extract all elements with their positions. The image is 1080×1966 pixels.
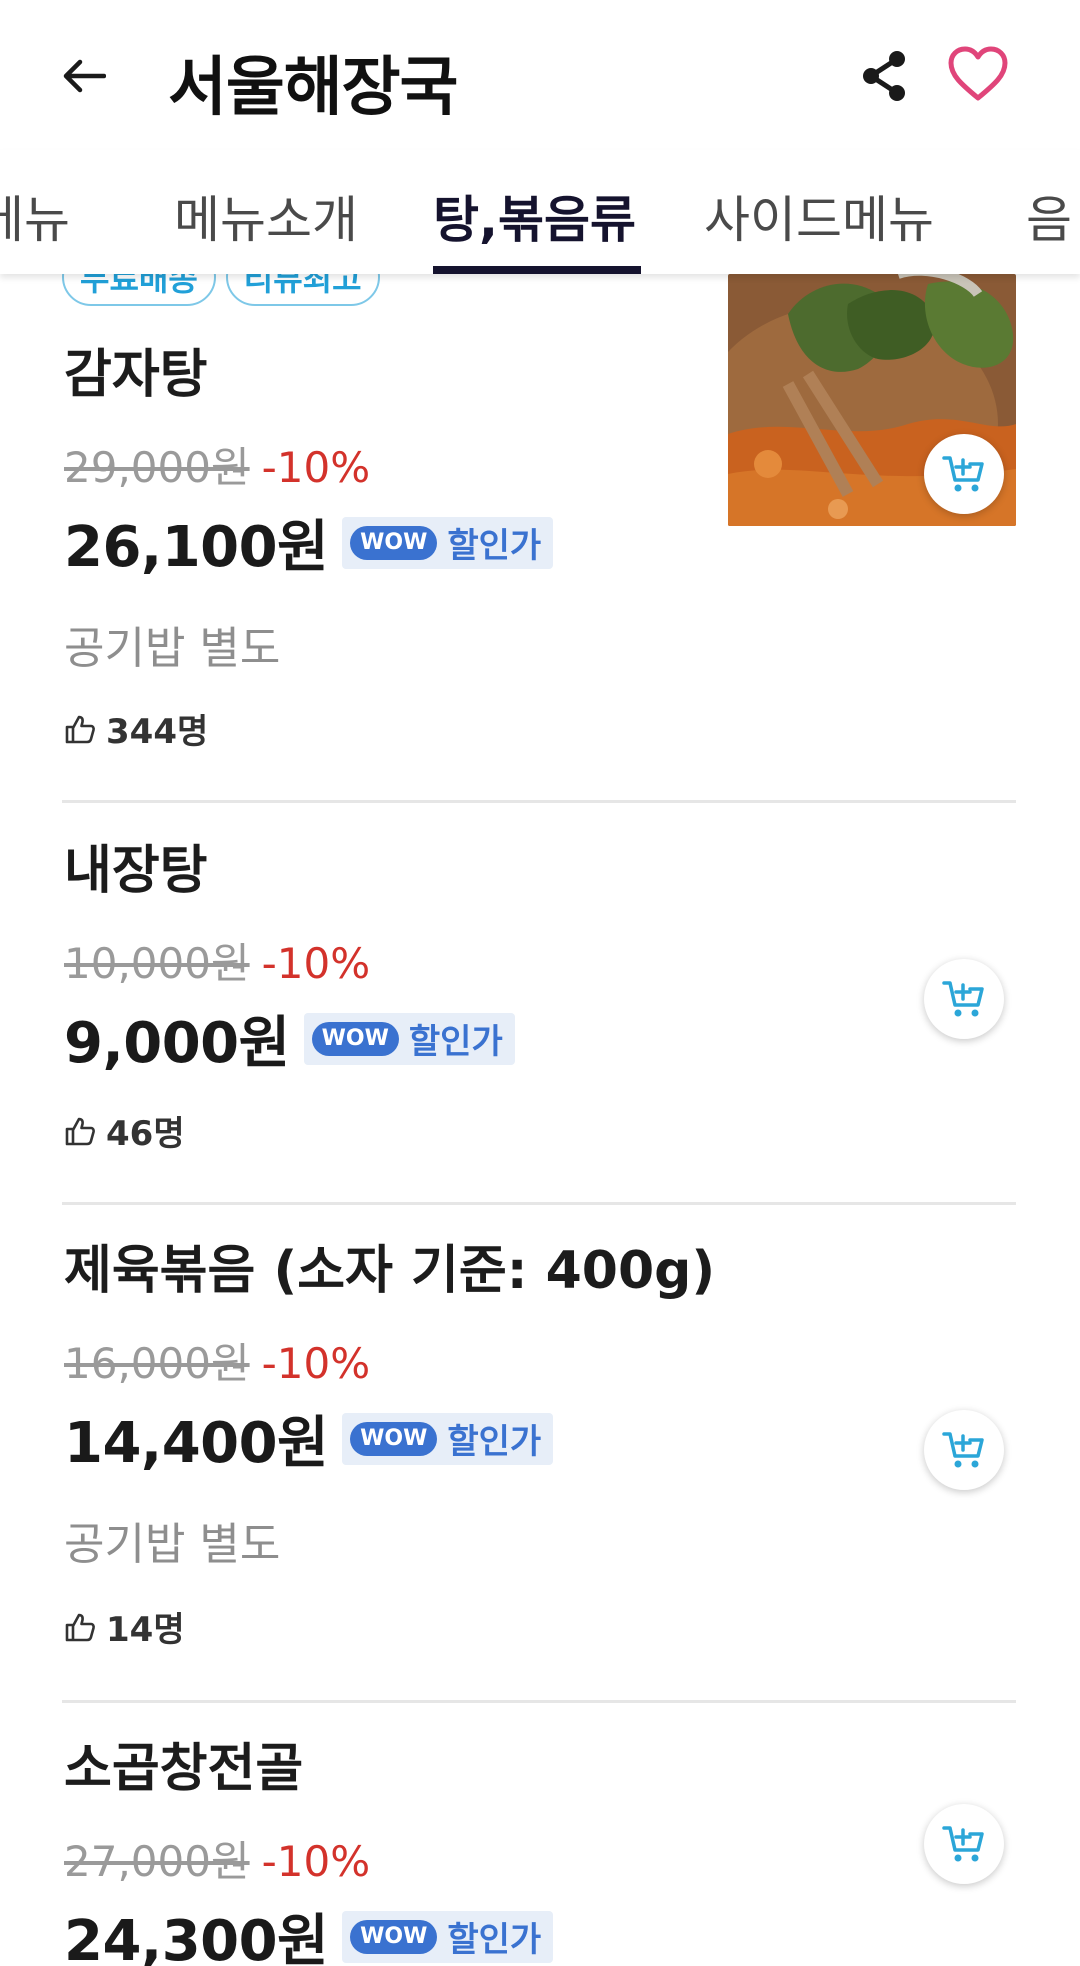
top-app-bar: 서울해장국: [0, 0, 1080, 150]
price-row: 26,100원 WOW 할인가: [64, 502, 554, 583]
page-title: 서울해장국: [168, 51, 458, 125]
free-delivery-badge: 무료배송: [62, 274, 216, 306]
wow-discount-tag: WOW 할인가: [342, 1910, 554, 1963]
sale-price: 14,400원: [64, 1411, 329, 1476]
wow-badge: WOW: [350, 1421, 438, 1456]
cart-plus-icon: [942, 1826, 984, 1862]
cart-plus-icon: [942, 456, 984, 492]
item-name: 소곱창전골: [64, 1739, 304, 1799]
best-review-badge: 리뷰최고: [225, 274, 380, 306]
wow-discount-tag: WOW 할인가: [303, 1012, 515, 1065]
price-row: 9,000원 WOW 할인가: [64, 998, 515, 1079]
sale-price: 24,300원: [64, 1909, 329, 1966]
cart-plus-icon: [942, 1432, 984, 1468]
tab-popular-menu[interactable]: 메뉴: [0, 180, 70, 252]
sale-price: 9,000원: [64, 1011, 290, 1076]
tab-menu-intro[interactable]: 메뉴소개: [174, 180, 358, 252]
discount-rate: -10%: [261, 1339, 371, 1388]
heart-outline-icon: [948, 46, 1008, 101]
category-tabs: 메뉴 메뉴소개 탕,볶음류 사이드메뉴 음: [0, 150, 1080, 274]
wow-label: 할인가: [447, 1422, 542, 1462]
item-badges: 무료배송 리뷰최고: [62, 274, 380, 306]
likes-row: 14명: [64, 1602, 185, 1651]
discount-rate: -10%: [261, 1837, 371, 1886]
item-divider: [62, 800, 1016, 803]
add-to-cart-button[interactable]: [924, 959, 1004, 1039]
original-price-row: 16,000원 -10%: [64, 1330, 370, 1391]
thumbs-up-icon: [65, 1613, 95, 1641]
discount-rate: -10%: [261, 443, 371, 492]
original-price-row: 27,000원 -10%: [64, 1828, 370, 1889]
original-price: 10,000원: [64, 939, 250, 988]
price-row: 24,300원 WOW 할인가: [64, 1896, 554, 1966]
wow-discount-tag: WOW 할인가: [342, 1412, 554, 1465]
wow-discount-tag: WOW 할인가: [342, 516, 554, 569]
add-to-cart-button[interactable]: [924, 1410, 1004, 1490]
item-note: 공기밥 별도: [64, 623, 281, 674]
back-button[interactable]: [58, 50, 110, 102]
favorite-button[interactable]: [946, 44, 1010, 104]
item-divider: [62, 1202, 1016, 1205]
wow-badge: WOW: [350, 1919, 438, 1954]
tab-drinks[interactable]: 음: [1026, 180, 1072, 252]
wow-label: 할인가: [447, 1920, 542, 1960]
arrow-left-icon: [63, 59, 106, 93]
like-count: 14명: [106, 1610, 185, 1650]
active-tab-indicator: [433, 266, 641, 274]
tab-side-menu[interactable]: 사이드메뉴: [704, 180, 934, 252]
discount-rate: -10%: [261, 939, 371, 988]
sale-price: 26,100원: [64, 515, 329, 580]
item-divider: [62, 1700, 1016, 1703]
like-count: 46명: [106, 1114, 185, 1154]
item-note: 공기밥 별도: [64, 1519, 281, 1570]
thumbs-up-icon: [65, 1117, 95, 1145]
add-to-cart-button[interactable]: [924, 1804, 1004, 1884]
item-name: 내장탕: [64, 841, 208, 901]
original-price: 29,000원: [64, 443, 250, 492]
tab-stew-stirfry[interactable]: 탕,볶음류: [433, 180, 636, 252]
wow-badge: WOW: [350, 525, 438, 560]
wow-label: 할인가: [408, 1022, 503, 1062]
original-price-row: 29,000원 -10%: [64, 434, 370, 495]
price-row: 14,400원 WOW 할인가: [64, 1398, 554, 1479]
likes-row: 344명: [64, 704, 208, 753]
add-to-cart-button[interactable]: [924, 434, 1004, 514]
original-price: 27,000원: [64, 1837, 250, 1886]
thumbs-up-icon: [65, 715, 95, 743]
item-name: 감자탕: [64, 345, 208, 405]
likes-row: 46명: [64, 1106, 185, 1155]
item-name: 제육볶음 (소자 기준: 400g): [64, 1241, 716, 1301]
menu-list: 무료배송 리뷰최고 감자탕 29,000원 -10% 26,100원 WOW 할…: [0, 274, 1080, 1966]
original-price: 16,000원: [64, 1339, 250, 1388]
like-count: 344명: [106, 712, 209, 752]
cart-plus-icon: [942, 981, 984, 1017]
share-button[interactable]: [856, 46, 912, 106]
wow-label: 할인가: [447, 526, 542, 566]
wow-badge: WOW: [311, 1021, 399, 1056]
original-price-row: 10,000원 -10%: [64, 930, 370, 991]
share-icon: [863, 51, 905, 101]
